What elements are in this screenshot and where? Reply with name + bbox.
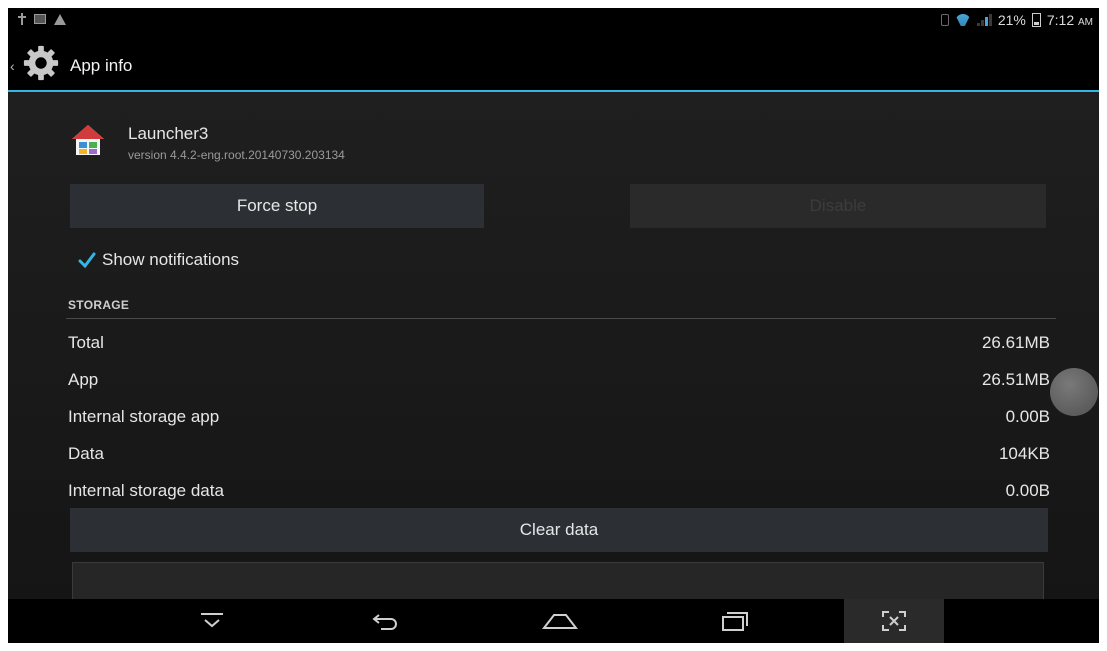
app-version: version 4.4.2-eng.root.20140730.203134 — [128, 148, 345, 162]
show-notifications-checkbox[interactable]: Show notifications — [78, 250, 239, 270]
launcher-app-icon — [72, 125, 104, 155]
chevron-down-icon — [201, 613, 223, 628]
signal-icon — [976, 14, 992, 26]
action-bar: ‹ App info — [8, 34, 1099, 92]
disable-button: Disable — [630, 184, 1046, 228]
usb-icon — [18, 13, 26, 25]
screenshot-notification-icon — [34, 14, 46, 24]
navigation-bar — [8, 599, 1099, 643]
status-bar: 21% 7:12 AM — [8, 8, 1099, 34]
recent-apps-icon — [722, 612, 748, 631]
storage-label: App — [68, 369, 99, 389]
wifi-icon — [955, 14, 971, 26]
storage-row-data: Data 104KB — [68, 435, 1050, 472]
back-icon — [372, 614, 397, 630]
checkmark-icon — [78, 252, 96, 269]
storage-row-internal-app: Internal storage app 0.00B — [68, 398, 1050, 435]
clock-ampm: AM — [1078, 17, 1093, 28]
sim-icon — [940, 14, 949, 26]
storage-divider — [66, 318, 1056, 319]
recent-apps-button[interactable] — [694, 599, 774, 643]
device-screen: 21% 7:12 AM ‹ App info Launcher3 version… — [8, 8, 1099, 643]
storage-value: 0.00B — [1005, 480, 1050, 500]
home-button[interactable] — [520, 599, 600, 643]
clock: 7:12 AM — [1047, 12, 1093, 28]
battery-percent: 21% — [997, 12, 1026, 28]
storage-row-total: Total 26.61MB — [68, 324, 1050, 361]
screenshot-button[interactable] — [844, 599, 944, 643]
cache-section-partial — [72, 562, 1044, 599]
clock-time: 7:12 — [1046, 12, 1075, 28]
storage-value: 0.00B — [1005, 406, 1050, 426]
app-header: Launcher3 version 4.4.2-eng.root.2014073… — [70, 112, 470, 162]
storage-row-internal-data: Internal storage data 0.00B — [68, 472, 1050, 509]
app-info-content: Launcher3 version 4.4.2-eng.root.2014073… — [8, 92, 1099, 599]
storage-value: 26.51MB — [981, 369, 1050, 389]
show-notifications-label: Show notifications — [102, 250, 240, 269]
battery-icon — [1031, 13, 1041, 27]
system-icons: 21% 7:12 AM — [940, 12, 1093, 28]
storage-label: Total — [68, 332, 104, 352]
storage-section-header: STORAGE — [68, 298, 130, 312]
touch-indicator — [1050, 368, 1098, 416]
back-button[interactable] — [346, 599, 426, 643]
clear-data-button[interactable]: Clear data — [70, 508, 1048, 552]
storage-label: Internal storage data — [68, 480, 224, 500]
storage-value: 26.61MB — [981, 332, 1050, 352]
settings-gear-icon[interactable] — [22, 44, 60, 82]
hide-keyboard-button[interactable] — [172, 599, 252, 643]
storage-list: Total 26.61MB App 26.51MB Internal stora… — [68, 324, 1050, 509]
storage-value: 104KB — [998, 443, 1050, 463]
notification-icons — [18, 13, 66, 25]
screenshot-icon — [882, 611, 906, 631]
up-navigation-icon[interactable]: ‹ — [10, 58, 15, 74]
force-stop-button[interactable]: Force stop — [70, 184, 484, 228]
app-name: Launcher3 — [128, 124, 209, 143]
page-title: App info — [70, 56, 133, 75]
storage-row-app: App 26.51MB — [68, 361, 1050, 398]
home-icon — [542, 614, 578, 629]
storage-label: Internal storage app — [68, 406, 220, 426]
warning-icon — [54, 13, 66, 25]
storage-label: Data — [68, 443, 104, 463]
